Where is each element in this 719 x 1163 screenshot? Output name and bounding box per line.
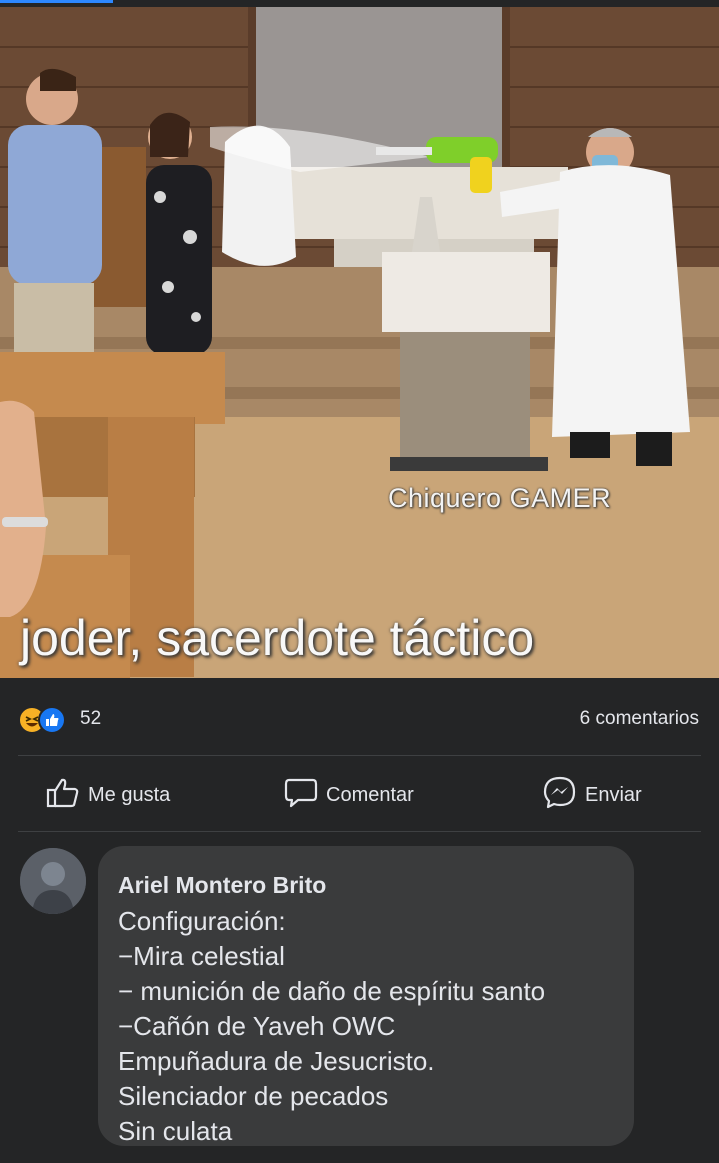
thumbs-up-icon	[46, 777, 80, 814]
post-action-bar: Me gusta Comentar Enviar	[0, 756, 719, 832]
post-caption: joder, sacerdote táctico	[20, 610, 535, 666]
comment-bubble-icon	[284, 777, 318, 814]
comment-bubble: Ariel Montero Brito Configuración: −Mira…	[98, 846, 634, 1146]
reaction-count[interactable]: 52	[80, 708, 101, 730]
top-bar	[0, 0, 719, 7]
like-icon	[38, 706, 66, 734]
comment-text-line: −Mira celestial	[118, 941, 285, 971]
like-label: Me gusta	[88, 783, 171, 806]
comment-button[interactable]: Comentar	[284, 778, 414, 812]
comment-text-line: Empuñadura de Jesucristo.	[118, 1046, 435, 1076]
comment-text-line: −Cañón de Yaveh OWC	[118, 1011, 396, 1041]
messenger-icon	[543, 776, 577, 815]
send-button[interactable]: Enviar	[543, 776, 642, 815]
comments-section: Ariel Montero Brito Configuración: −Mira…	[0, 832, 719, 1163]
like-button[interactable]: Me gusta	[46, 778, 170, 812]
loading-progress	[0, 0, 113, 3]
avatar[interactable]	[20, 848, 86, 914]
comment-text-line: − munición de daño de espíritu santo	[118, 976, 546, 1006]
post-stats: 52 6 comentarios	[0, 678, 719, 756]
comment-text-line: Silenciador de pecados	[118, 1081, 389, 1111]
comment-author[interactable]: Ariel Montero Brito	[118, 872, 326, 899]
post-photo[interactable]: Chiquero GAMER joder, sacerdote táctico	[0, 7, 719, 678]
church-scene-illustration	[0, 7, 719, 678]
comment-text-line: Sin culata	[118, 1116, 233, 1146]
comment-text-line: Configuración:	[118, 906, 286, 936]
comments-count-link[interactable]: 6 comentarios	[580, 708, 699, 730]
comment-label: Comentar	[326, 783, 414, 806]
post-watermark: Chiquero GAMER	[388, 483, 612, 513]
send-label: Enviar	[585, 783, 642, 806]
